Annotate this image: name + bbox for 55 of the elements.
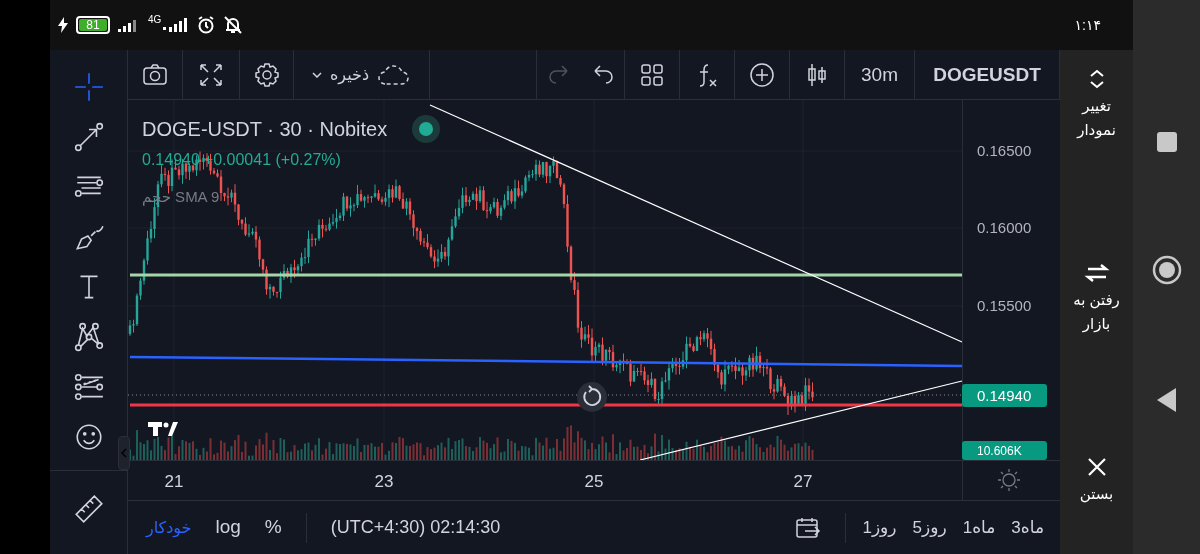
caret-icon[interactable]	[311, 72, 322, 78]
scale-option[interactable]: %	[264, 513, 282, 542]
pattern-icon[interactable]	[72, 321, 105, 353]
symbol-title: DOGE-USDT · 30 · Nobitex	[142, 117, 388, 142]
timezone-clock[interactable]: (UTC+4:30) 02:14:30	[330, 514, 501, 541]
scale-option[interactable]: خودکار	[146, 515, 192, 540]
signal-icon	[163, 18, 190, 32]
settings-icon[interactable]	[252, 61, 281, 89]
date-label: 21	[164, 472, 184, 491]
home-icon[interactable]	[1151, 255, 1182, 285]
side-action-button[interactable]: تغییر نمودار	[1060, 68, 1133, 142]
date-range-icon[interactable]	[795, 516, 822, 541]
cloud-icon[interactable]	[377, 63, 412, 87]
interval-button[interactable]: 30m	[861, 60, 898, 90]
logo-icon	[148, 422, 178, 436]
price-label: 0.16000	[977, 219, 1032, 236]
reset-icon[interactable]	[577, 382, 607, 412]
side-action-button[interactable]: بستن	[1060, 456, 1133, 506]
fibonacci-icon[interactable]	[72, 371, 105, 403]
trend-line[interactable]	[429, 104, 963, 343]
price-label: 0.15500	[977, 297, 1032, 314]
date-label: 23	[374, 472, 394, 491]
mute-icon	[223, 16, 244, 34]
back-icon[interactable]	[1155, 387, 1178, 413]
volume-label: 10.606K	[977, 444, 1022, 458]
close-icon	[1085, 456, 1108, 478]
last-price-label: 0.14940	[977, 387, 1032, 404]
range-button[interactable]: 3ماه	[1011, 514, 1044, 541]
side-action-button[interactable]: رفتن به بازار	[1060, 262, 1133, 336]
alarm-icon	[197, 16, 216, 34]
swap-icon	[1083, 262, 1110, 284]
save-button[interactable]: ذخیره	[329, 63, 370, 87]
scale-option[interactable]: log	[215, 513, 241, 542]
square-icon[interactable]	[1155, 131, 1178, 153]
ruler-icon[interactable]	[72, 493, 105, 525]
arrow-line-icon[interactable]	[72, 121, 105, 153]
network-label: 4G	[148, 13, 162, 27]
price-label: 0.16500	[977, 142, 1032, 159]
crosshair-icon[interactable]	[72, 71, 105, 103]
sun-icon[interactable]	[997, 468, 1021, 492]
horizontal-line[interactable]	[130, 355, 962, 368]
range-button[interactable]: 1ماه	[962, 514, 996, 541]
add-icon[interactable]	[748, 61, 776, 89]
symbol-button[interactable]: DOGEUSDT	[933, 60, 1041, 90]
fullscreen-icon[interactable]	[197, 61, 225, 89]
battery-level: 81	[79, 19, 107, 31]
clock-time: ۱:۱۴	[1074, 15, 1101, 35]
grid-icon[interactable]	[638, 61, 666, 89]
trend-line[interactable]	[639, 380, 963, 460]
date-label: 25	[584, 472, 604, 491]
chevron-icon	[121, 448, 127, 458]
range-button[interactable]: 5روز	[912, 514, 947, 541]
horizontal-line[interactable]	[130, 273, 962, 277]
range-button[interactable]: 1روز	[862, 514, 897, 541]
date-label: 27	[793, 472, 813, 491]
